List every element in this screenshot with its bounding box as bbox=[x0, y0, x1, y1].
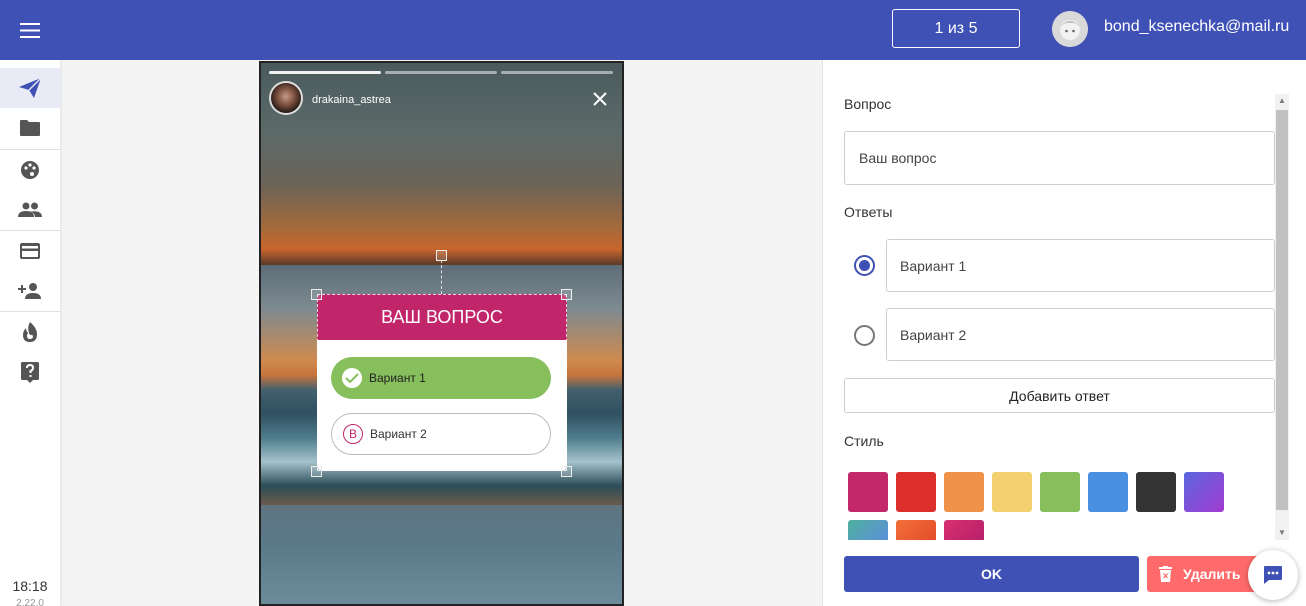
palette-icon bbox=[21, 161, 39, 179]
chat-icon bbox=[1264, 566, 1282, 584]
scrollbar-thumb[interactable] bbox=[1276, 110, 1288, 510]
sidebar: 18:18 2.22.0 bbox=[0, 60, 60, 606]
answer-input-1[interactable]: Вариант 1 bbox=[886, 239, 1275, 292]
question-input[interactable]: Ваш вопрос bbox=[844, 131, 1275, 185]
fire-icon bbox=[23, 322, 37, 342]
clock-time: 18:18 bbox=[12, 578, 48, 594]
app-version: 2.22.0 bbox=[16, 598, 44, 606]
chevron-down-icon[interactable]: ▼ bbox=[1278, 528, 1286, 537]
style-swatch-gradient-orange[interactable] bbox=[896, 520, 936, 540]
user-email[interactable]: bond_ksenechka@mail.ru bbox=[1104, 18, 1289, 36]
menu-icon bbox=[20, 22, 40, 38]
style-swatch-blue[interactable] bbox=[1088, 472, 1128, 512]
send-icon bbox=[19, 77, 42, 98]
style-swatch-gradient-teal[interactable] bbox=[848, 520, 888, 540]
avatar[interactable] bbox=[1052, 11, 1088, 47]
sidebar-item-add-user[interactable] bbox=[0, 271, 60, 311]
resize-handle-top-right[interactable] bbox=[561, 289, 572, 300]
story-counter-button[interactable]: 1 из 5 bbox=[892, 9, 1020, 48]
close-icon[interactable] bbox=[591, 90, 609, 108]
rotate-handle[interactable] bbox=[436, 250, 447, 261]
style-swatch-gradient-purple[interactable] bbox=[1184, 472, 1224, 512]
panel-scrollbar[interactable]: ▲ ▼ bbox=[1275, 94, 1289, 540]
add-answer-button[interactable]: Добавить ответ bbox=[844, 378, 1275, 413]
style-swatch-red[interactable] bbox=[896, 472, 936, 512]
sidebar-item-payment[interactable] bbox=[0, 231, 60, 271]
sidebar-item-send[interactable] bbox=[0, 68, 60, 108]
chevron-up-icon[interactable]: ▲ bbox=[1278, 96, 1286, 105]
style-swatch-gradient-pink[interactable] bbox=[944, 520, 984, 540]
style-swatch-green[interactable] bbox=[1040, 472, 1080, 512]
help-icon bbox=[21, 362, 39, 383]
resize-handle-top-left[interactable] bbox=[311, 289, 322, 300]
style-swatch-black[interactable] bbox=[1136, 472, 1176, 512]
story-username: drakaina_astrea bbox=[312, 94, 391, 106]
resize-handle-bottom-right[interactable] bbox=[561, 466, 572, 477]
answer-input-2[interactable]: Вариант 2 bbox=[886, 308, 1275, 361]
sidebar-item-folder[interactable] bbox=[0, 108, 60, 148]
people-icon bbox=[18, 202, 42, 217]
story-progress-segment bbox=[269, 71, 381, 74]
poll-settings-panel: Вопрос Ваш вопрос Ответы Вариант 1 Вариа… bbox=[822, 60, 1306, 606]
style-swatch-orange[interactable] bbox=[944, 472, 984, 512]
user-avatar-icon bbox=[1052, 11, 1088, 47]
style-label: Стиль bbox=[844, 433, 884, 449]
hamburger-menu-button[interactable] bbox=[0, 0, 60, 60]
story-preview[interactable]: drakaina_astrea ВАШ ВОПРОС Вариант 1 В В… bbox=[259, 61, 624, 606]
sidebar-item-palette[interactable] bbox=[0, 150, 60, 190]
sidebar-item-fire[interactable] bbox=[0, 312, 60, 352]
question-label: Вопрос bbox=[844, 96, 892, 112]
answer-radio-1[interactable] bbox=[854, 255, 875, 276]
rotation-guide bbox=[441, 260, 442, 294]
folder-icon bbox=[20, 120, 40, 136]
ok-button[interactable]: OK bbox=[844, 556, 1139, 592]
story-background-bottom bbox=[261, 505, 622, 604]
style-swatch-yellow[interactable] bbox=[992, 472, 1032, 512]
answer-radio-2[interactable] bbox=[854, 325, 875, 346]
sidebar-item-help[interactable] bbox=[0, 352, 60, 392]
trash-icon bbox=[1159, 566, 1172, 582]
story-user-avatar bbox=[269, 81, 303, 115]
top-bar: 1 из 5 bond_ksenechka@mail.ru bbox=[0, 0, 1306, 60]
style-swatch-magenta[interactable] bbox=[848, 472, 888, 512]
chat-support-button[interactable] bbox=[1248, 550, 1298, 600]
credit-card-icon bbox=[20, 243, 40, 259]
story-progress-segment bbox=[501, 71, 613, 74]
add-user-icon bbox=[18, 283, 41, 299]
delete-button-label: Удалить bbox=[1183, 566, 1241, 582]
sidebar-item-people[interactable] bbox=[0, 190, 60, 230]
answers-label: Ответы bbox=[844, 204, 893, 220]
resize-handle-bottom-left[interactable] bbox=[311, 466, 322, 477]
selection-frame bbox=[317, 294, 567, 471]
story-progress-segment bbox=[385, 71, 497, 74]
